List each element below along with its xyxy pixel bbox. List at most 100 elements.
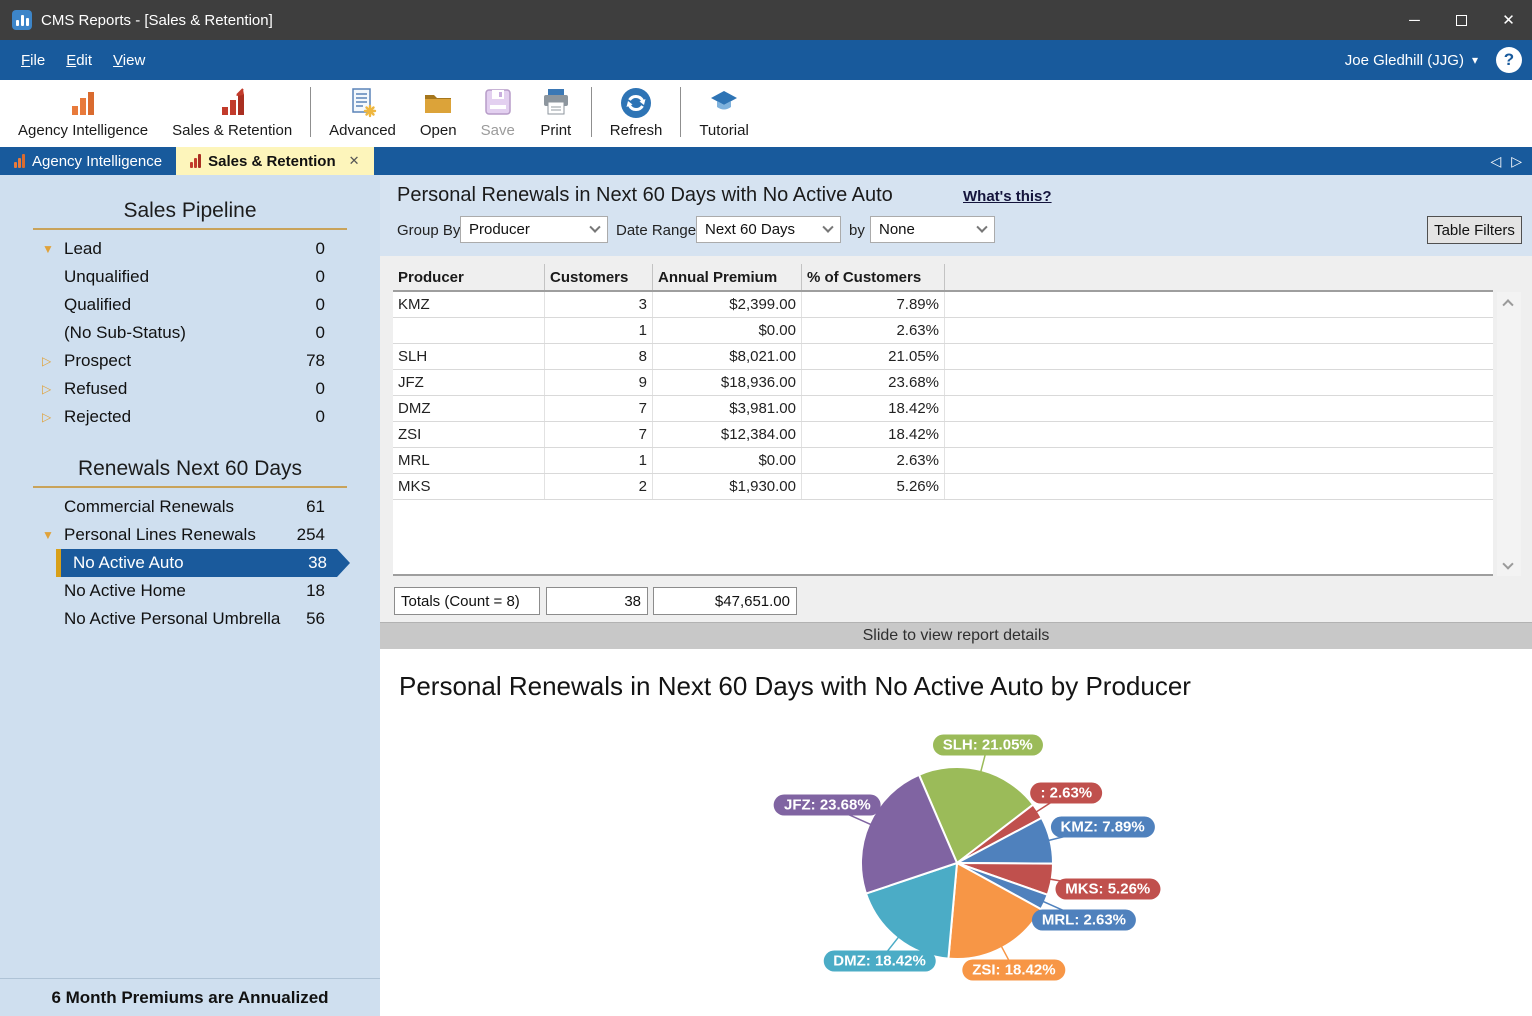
bar-chart-red-icon <box>216 85 248 121</box>
toolbar-save-button[interactable]: Save <box>469 80 527 144</box>
tab-close-icon[interactable]: ✕ <box>349 153 360 169</box>
sidebar-item-personal-lines-renewals[interactable]: ▼Personal Lines Renewals254 <box>0 521 380 549</box>
sidebar-item-no-active-personal-umbrella[interactable]: No Active Personal Umbrella56 <box>0 605 380 633</box>
sidebar-item-label: Personal Lines Renewals <box>64 525 256 545</box>
toolbar-item-label: Agency Intelligence <box>18 122 148 139</box>
table-cell: 7 <box>545 422 653 447</box>
sidebar-item-count: 38 <box>308 553 327 573</box>
sidebar-item-no-active-home[interactable]: No Active Home18 <box>0 577 380 605</box>
expander-collapsed-icon[interactable]: ▷ <box>42 354 64 368</box>
menu-edit[interactable]: Edit <box>66 52 92 69</box>
toolbar-advanced-button[interactable]: Advanced <box>317 80 408 144</box>
table-cell: 2 <box>545 474 653 499</box>
title-bar: CMS Reports - [Sales & Retention] ─ ✕ <box>0 0 1532 40</box>
toolbar-sales-retention-button[interactable]: Sales & Retention <box>160 80 304 144</box>
sidebar-item-count: 0 <box>316 407 325 427</box>
sidebar-item-unqualified[interactable]: Unqualified0 <box>0 263 380 291</box>
table-cell: $2,399.00 <box>653 292 802 317</box>
sidebar-item-refused[interactable]: ▷Refused0 <box>0 375 380 403</box>
sidebar-item-prospect[interactable]: ▷Prospect78 <box>0 347 380 375</box>
expander-collapsed-icon[interactable]: ▷ <box>42 410 64 424</box>
scroll-up-icon[interactable] <box>1504 298 1514 308</box>
sidebar-item-count: 0 <box>316 239 325 259</box>
column-header-producer[interactable]: Producer <box>393 264 545 290</box>
table-row[interactable]: KMZ3$2,399.007.89% <box>393 292 1493 318</box>
toolbar-print-button[interactable]: Print <box>527 80 585 144</box>
table-cell: $8,021.00 <box>653 344 802 369</box>
table-cell: MRL <box>393 448 545 473</box>
column-header-annual-premium[interactable]: Annual Premium <box>653 264 802 290</box>
section-underline <box>33 228 347 230</box>
maximize-button[interactable] <box>1438 0 1485 40</box>
table-filters-button[interactable]: Table Filters <box>1427 216 1522 244</box>
report-table-region: Producer Customers Annual Premium % of C… <box>380 256 1532 622</box>
toolbar-item-label: Open <box>420 122 457 139</box>
toolbar-agency-intelligence-button[interactable]: Agency Intelligence <box>6 80 160 144</box>
report-splitter[interactable]: Slide to view report details <box>380 622 1532 649</box>
tab-sales-retention[interactable]: Sales & Retention ✕ <box>176 147 373 175</box>
sidebar-item-label: Refused <box>64 379 127 399</box>
sidebar-item-commercial-renewals[interactable]: Commercial Renewals61 <box>0 493 380 521</box>
table-row[interactable]: MRL1$0.002.63% <box>393 448 1493 474</box>
column-header-filler <box>945 264 1493 290</box>
table-cell: 2.63% <box>802 448 945 473</box>
expander-collapsed-icon[interactable]: ▷ <box>42 382 64 396</box>
minimize-button[interactable]: ─ <box>1391 0 1438 40</box>
column-header-customers[interactable]: Customers <box>545 264 653 290</box>
totals-label: Totals (Count = 8) <box>394 587 540 615</box>
report-title: Personal Renewals in Next 60 Days with N… <box>397 184 893 207</box>
column-header-pct-customers[interactable]: % of Customers <box>802 264 945 290</box>
table-cell: $3,981.00 <box>653 396 802 421</box>
toolbar-open-button[interactable]: Open <box>408 80 469 144</box>
table-row[interactable]: DMZ7$3,981.0018.42% <box>393 396 1493 422</box>
toolbar-refresh-button[interactable]: Refresh <box>598 80 675 144</box>
sidebar-section-title: Sales Pipeline <box>0 199 380 223</box>
help-button[interactable]: ? <box>1496 47 1522 73</box>
sidebar-item-lead[interactable]: ▼Lead0 <box>0 235 380 263</box>
table-row[interactable]: ZSI7$12,384.0018.42% <box>393 422 1493 448</box>
table-cell: 18.42% <box>802 422 945 447</box>
by-select[interactable]: None <box>870 216 995 243</box>
table-body: KMZ3$2,399.007.89%1$0.002.63%SLH8$8,021.… <box>393 292 1493 500</box>
menu-view[interactable]: View <box>113 52 145 69</box>
menu-file[interactable]: File <box>21 52 45 69</box>
tab-agency-intelligence[interactable]: Agency Intelligence <box>0 147 176 175</box>
table-cell: $0.00 <box>653 448 802 473</box>
scroll-down-icon[interactable] <box>1504 560 1514 570</box>
chevron-down-icon[interactable]: ▾ <box>1472 53 1478 67</box>
date-range-select[interactable]: Next 60 Days <box>696 216 841 243</box>
user-menu[interactable]: Joe Gledhill (JJG) <box>1345 52 1464 69</box>
app-logo-icon <box>12 10 32 30</box>
pie-label-pointer-line <box>1039 900 1075 916</box>
expander-expanded-icon[interactable]: ▼ <box>42 528 64 542</box>
table-cell: 9 <box>545 370 653 395</box>
tab-scroll-right-icon[interactable]: ▷ <box>1511 153 1522 170</box>
sidebar-item-qualified[interactable]: Qualified0 <box>0 291 380 319</box>
table-row[interactable]: 1$0.002.63% <box>393 318 1493 344</box>
sidebar-item-no-sub-status[interactable]: (No Sub-Status)0 <box>0 319 380 347</box>
table-header-row: Producer Customers Annual Premium % of C… <box>393 264 1493 292</box>
expander-expanded-icon[interactable]: ▼ <box>42 242 64 256</box>
toolbar-separator <box>680 87 681 137</box>
close-button[interactable]: ✕ <box>1485 0 1532 40</box>
whats-this-link[interactable]: What's this? <box>963 188 1052 205</box>
sidebar-item-count: 0 <box>316 323 325 343</box>
sidebar-item-rejected[interactable]: ▷Rejected 0 <box>0 403 380 431</box>
group-by-select[interactable]: Producer <box>460 216 608 243</box>
pie-label-pointer-line <box>836 809 874 826</box>
sidebar-item-count: 18 <box>306 581 325 601</box>
table-cell: ZSI <box>393 422 545 447</box>
table-scrollbar[interactable] <box>1497 292 1521 576</box>
chart-region: Personal Renewals in Next 60 Days with N… <box>380 649 1532 1016</box>
app-window: CMS Reports - [Sales & Retention] ─ ✕ Fi… <box>0 0 1532 1016</box>
table-row[interactable]: JFZ9$18,936.0023.68% <box>393 370 1493 396</box>
table-cell <box>945 344 1493 369</box>
sidebar-item-label: Rejected <box>64 407 131 427</box>
table-cell: 8 <box>545 344 653 369</box>
table-row[interactable]: MKS2$1,930.005.26% <box>393 474 1493 500</box>
tab-scroll-left-icon[interactable]: ◁ <box>1490 153 1501 170</box>
table-cell: 21.05% <box>802 344 945 369</box>
toolbar-tutorial-button[interactable]: Tutorial <box>687 80 760 144</box>
sidebar-item-no-active-auto[interactable]: No Active Auto38 <box>56 549 337 577</box>
table-row[interactable]: SLH8$8,021.0021.05% <box>393 344 1493 370</box>
